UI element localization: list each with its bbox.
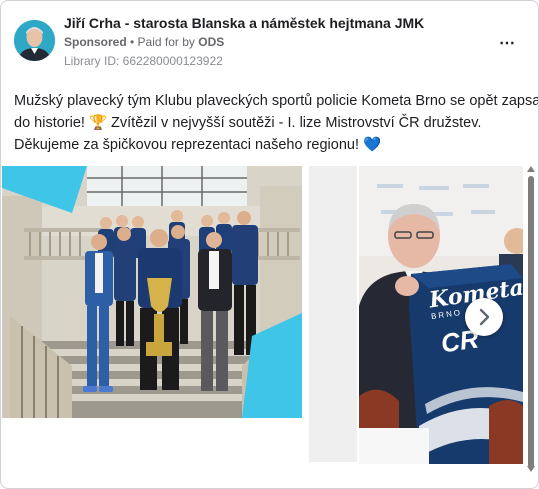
avatar[interactable] xyxy=(14,20,55,61)
carousel-scrollbar[interactable] xyxy=(526,164,536,474)
chevron-right-icon xyxy=(479,308,490,326)
post-text-line: do historie! 🏆 Zvítězil v nejvyšší soutě… xyxy=(14,115,482,131)
post-text-line: Děkujeme za špičkovou reprezentaci našeh… xyxy=(14,137,382,153)
scrollbar-thumb[interactable] xyxy=(528,176,534,468)
carousel-image-team-photo[interactable] xyxy=(2,166,302,418)
scroll-down-arrow-icon[interactable] xyxy=(526,464,536,474)
library-id: Library ID: 662280000123922 xyxy=(64,54,223,68)
carousel-gap-panel xyxy=(309,166,357,462)
post-text: Mužský plavecký tým Klubu plaveckých spo… xyxy=(14,90,539,156)
page-title[interactable]: Jiří Crha - starosta Blanska a náměstek … xyxy=(64,15,424,31)
post-text-line: Mužský plavecký tým Klubu plaveckých spo… xyxy=(14,93,539,109)
scroll-up-arrow-icon[interactable] xyxy=(526,164,536,174)
paid-for-name[interactable]: ODS xyxy=(198,35,224,49)
sponsored-label: Sponsored xyxy=(64,35,127,49)
sponsored-line: Sponsored • Paid for by ODS xyxy=(64,35,224,49)
image-carousel: Kometa BRNO CR xyxy=(1,164,528,466)
carousel-next-button[interactable] xyxy=(465,298,503,336)
more-options-icon[interactable]: ⋯ xyxy=(499,33,516,53)
ad-card: Jiří Crha - starosta Blanska a náměstek … xyxy=(0,0,539,489)
paid-for-prefix: Paid for by xyxy=(137,35,199,49)
meta-separator: • xyxy=(126,35,138,49)
